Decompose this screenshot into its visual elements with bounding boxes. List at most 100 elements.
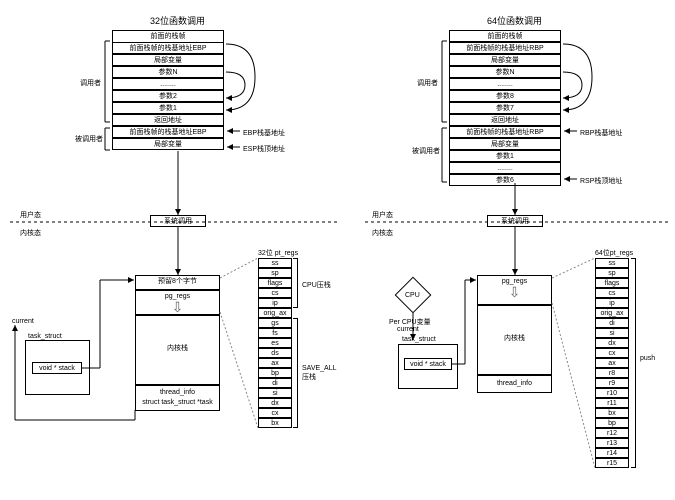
right-ptregs-cell: r11: [595, 398, 629, 408]
right-ptregs-cell: r15: [595, 458, 629, 468]
right-ptregs-cell: bx: [595, 408, 629, 418]
left-ptregs-cell: ip: [258, 298, 292, 308]
left-current: current: [12, 318, 34, 325]
left-syscall: 系统调用: [150, 215, 206, 227]
left-ptregs-cell: dx: [258, 398, 292, 408]
brace-saveall: [293, 318, 298, 428]
left-ptregs-cell: gs: [258, 318, 292, 328]
right-stack-cell: 局部变量: [449, 138, 561, 150]
right-stack-cell: 前面栈帧的栈基地址RBP: [449, 126, 561, 138]
right-taskstruct: task_struct: [402, 336, 436, 343]
right-stack-cell: 前面栈帧的栈基地址RBP: [449, 42, 561, 54]
right-caller-label: 调用者: [417, 78, 438, 88]
right-ptregs-cell: cs: [595, 288, 629, 298]
right-rbp-note: RBP栈基地址: [580, 128, 622, 138]
down-arrow-icon: ⇩: [172, 299, 184, 315]
left-stack-cell: 前面栈帧的栈基地址EBP: [112, 42, 224, 54]
right-ptregs-cell: bp: [595, 418, 629, 428]
left-kernel-label: 内核态: [20, 228, 41, 238]
right-stack-cell: 参数1: [449, 150, 561, 162]
brace-cpu: [293, 258, 298, 308]
right-stack-cell: 参数6: [449, 174, 561, 186]
right-stack-cell: ........: [449, 78, 561, 90]
right-kernel-label: 内核态: [372, 228, 393, 238]
right-stack-cell: 参数N: [449, 66, 561, 78]
right-syscall: 系统调用: [487, 215, 543, 227]
right-kstack: 内核栈: [477, 305, 552, 375]
left-pgregs: pg_regs⇩: [135, 290, 220, 315]
left-title: 32位函数调用: [150, 14, 205, 27]
left-ptregs-cell: di: [258, 378, 292, 388]
right-stack-cell: 参数8: [449, 90, 561, 102]
left-caller-label: 调用者: [80, 78, 101, 88]
left-ptregs-cell: ds: [258, 348, 292, 358]
right-ptregs-cell: sp: [595, 268, 629, 278]
right-ptregs-cell: dx: [595, 338, 629, 348]
left-stack-cell: 前面栈帧的栈基地址EBP: [112, 126, 224, 138]
right-user-label: 用户态: [372, 210, 393, 220]
right-pt-title: 64位pt_regs: [595, 248, 633, 258]
left-ptregs-cell: si: [258, 388, 292, 398]
left-taskstruct: task_struct: [28, 333, 62, 340]
left-stack-cell: 局部变量: [112, 54, 224, 66]
left-ptregs-cell: ss: [258, 258, 292, 268]
left-stack-cell: 参数2: [112, 90, 224, 102]
right-stack-cell: 返回地址: [449, 114, 561, 126]
down-arrow-icon: ⇩: [509, 284, 521, 300]
left-callee-label: 被调用者: [75, 134, 103, 144]
right-thread: thread_info: [477, 375, 552, 393]
right-ptregs-cell: orig_ax: [595, 308, 629, 318]
left-ptregs-cell: orig_ax: [258, 308, 292, 318]
right-ptregs-cell: r12: [595, 428, 629, 438]
right-cpu: CPU: [405, 292, 420, 299]
left-user-label: 用户态: [20, 210, 41, 220]
left-ptregs-cell: fs: [258, 328, 292, 338]
left-ptregs-cell: flags: [258, 278, 292, 288]
brace-push: [631, 258, 636, 468]
right-ptregs-cell: ss: [595, 258, 629, 268]
left-thread: thread_infostruct task_struct *task: [135, 385, 220, 411]
left-ptregs-cell: cx: [258, 408, 292, 418]
right-ptregs-cell: r13: [595, 438, 629, 448]
left-cpupush: CPU压栈: [302, 280, 331, 290]
right-ptregs-cell: r10: [595, 388, 629, 398]
left-stack-cell: 参数N: [112, 66, 224, 78]
left-ptregs-cell: sp: [258, 268, 292, 278]
right-voidstack: void * stack: [404, 358, 452, 370]
left-pt-title: 32位 pt_regs: [258, 248, 298, 258]
left-esp-note: ESP栈顶地址: [243, 144, 285, 154]
right-ptregs-cell: r8: [595, 368, 629, 378]
right-rsp-note: RSP栈顶地址: [580, 176, 622, 186]
left-stack-cell: 参数1: [112, 102, 224, 114]
right-title: 64位函数调用: [487, 14, 542, 27]
left-stack-cell: 局部变量: [112, 138, 224, 150]
right-current: current: [397, 326, 419, 333]
left-ebp-note: EBP栈基地址: [243, 128, 285, 138]
left-ptregs-cell: bp: [258, 368, 292, 378]
right-ptregs-cell: ip: [595, 298, 629, 308]
right-ptregs-cell: flags: [595, 278, 629, 288]
right-push: push: [640, 355, 655, 362]
left-ptregs-cell: bx: [258, 418, 292, 428]
right-stack-cell: 参数7: [449, 102, 561, 114]
left-saveall: SAVE_ALL压栈: [302, 365, 337, 382]
left-stack-cell: ........: [112, 78, 224, 90]
right-stack-cell: ........: [449, 162, 561, 174]
left-stack-cell: 返回地址: [112, 114, 224, 126]
right-stack-cell: 局部变量: [449, 54, 561, 66]
left-reserve: 预留8个字节: [135, 275, 220, 290]
left-ptregs-cell: ax: [258, 358, 292, 368]
right-ptregs-cell: cx: [595, 348, 629, 358]
right-callee-label: 被调用者: [412, 146, 440, 156]
right-ptregs-cell: ax: [595, 358, 629, 368]
left-voidstack: void * stack: [32, 362, 82, 374]
left-kstack: 内核栈: [135, 315, 220, 385]
left-ptregs-cell: es: [258, 338, 292, 348]
right-ptregs-cell: r14: [595, 448, 629, 458]
right-ptregs-cell: r9: [595, 378, 629, 388]
right-ptregs-cell: di: [595, 318, 629, 328]
right-pgregs: pg_regs⇩: [477, 275, 552, 305]
right-stack-cell: 前面的栈帧: [449, 30, 561, 42]
right-ptregs-cell: si: [595, 328, 629, 338]
left-ptregs-cell: cs: [258, 288, 292, 298]
